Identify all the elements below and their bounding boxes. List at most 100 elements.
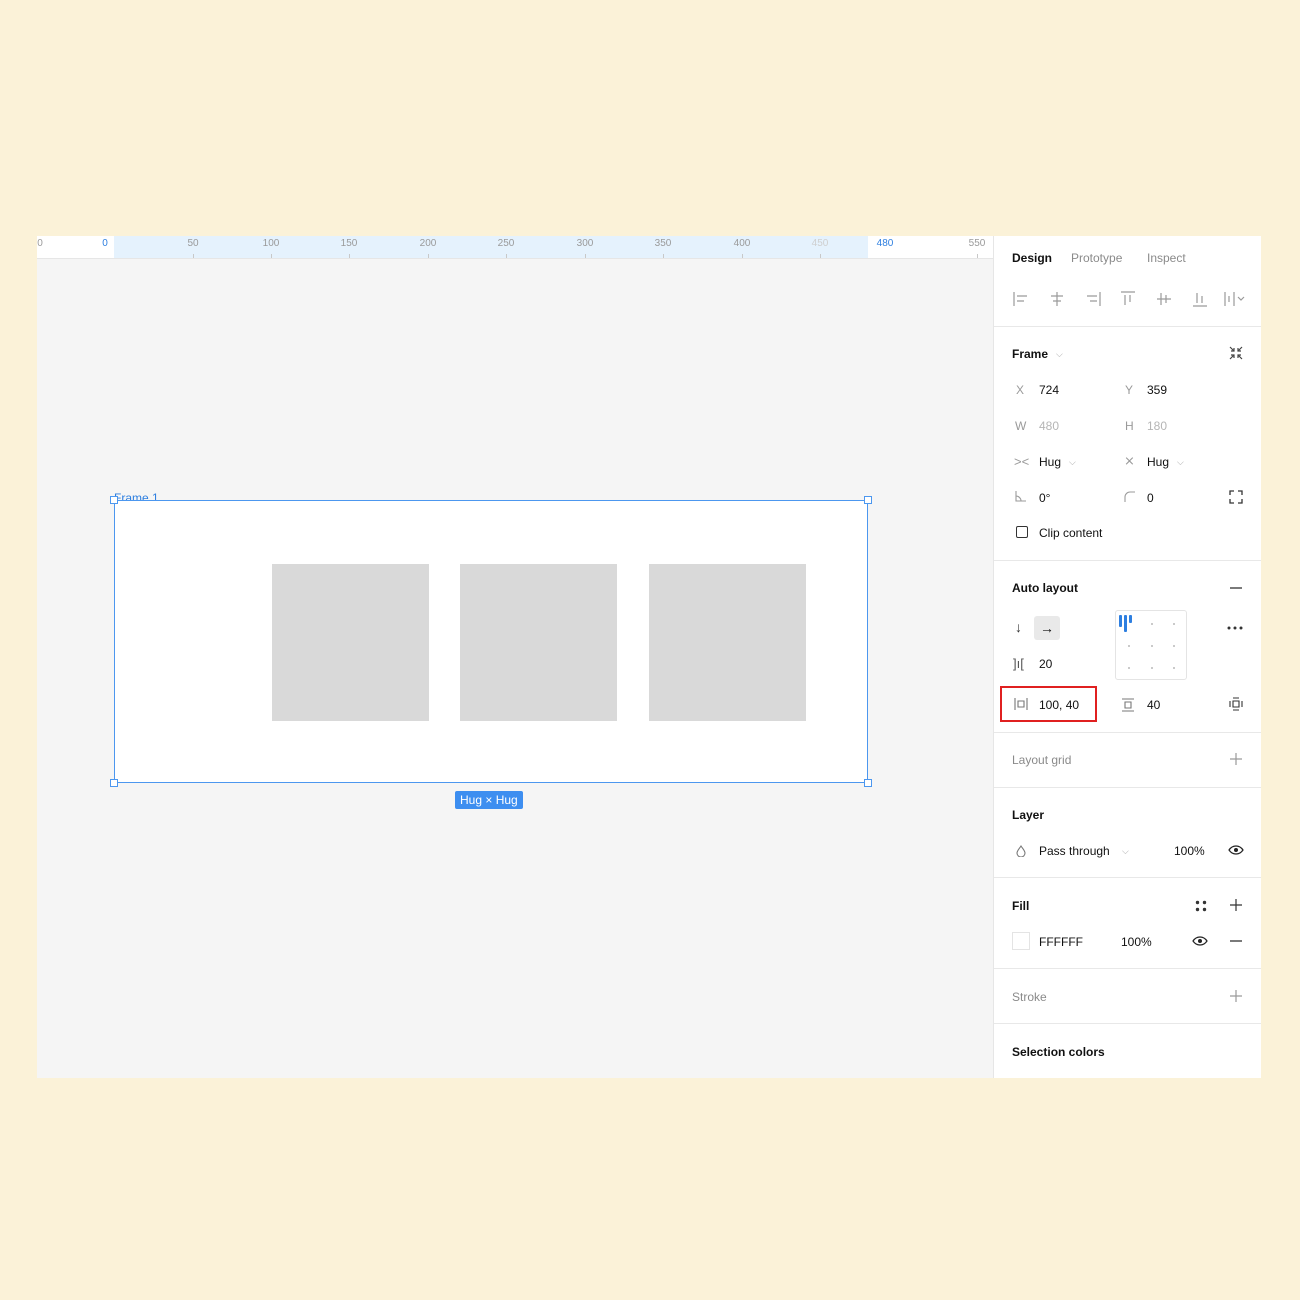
ruler-tick: 400 xyxy=(733,238,751,249)
alignment-bar xyxy=(1119,615,1122,627)
x-label: X xyxy=(1016,383,1025,397)
height-input[interactable]: 180 xyxy=(1147,419,1167,433)
selection-colors-section-title: Selection colors xyxy=(1012,1045,1105,1059)
clip-content-checkbox[interactable] xyxy=(1016,526,1028,538)
ruler-tick: 350 xyxy=(654,238,672,249)
x-input[interactable]: 724 xyxy=(1039,383,1059,397)
child-rectangle[interactable] xyxy=(649,564,806,721)
alignment-dot[interactable] xyxy=(1173,667,1175,669)
chevron-down-icon[interactable]: ⌵ xyxy=(1069,457,1076,468)
ruler-tick: 200 xyxy=(419,238,437,249)
distribute-icon[interactable] xyxy=(1224,292,1248,306)
divider xyxy=(994,326,1261,327)
resize-handle-bottom-right[interactable] xyxy=(864,779,872,787)
alignment-dot[interactable] xyxy=(1151,623,1153,625)
alignment-bar xyxy=(1129,615,1132,623)
eye-icon[interactable] xyxy=(1192,936,1208,946)
more-options-icon[interactable] xyxy=(1227,626,1243,630)
vertical-resizing-select[interactable]: Hug xyxy=(1147,455,1169,469)
resize-handle-top-right[interactable] xyxy=(864,496,872,504)
clip-content-label[interactable]: Clip content xyxy=(1039,526,1102,540)
horizontal-direction-button[interactable]: → xyxy=(1034,616,1060,640)
horizontal-resizing-select[interactable]: Hug xyxy=(1039,455,1061,469)
ruler-tick: 50 xyxy=(187,238,199,249)
ruler-tick: 550 xyxy=(968,238,986,249)
ruler-tick: 250 xyxy=(497,238,515,249)
ruler-tickmark xyxy=(977,254,978,258)
individual-padding-icon[interactable] xyxy=(1229,697,1243,711)
fill-section-title: Fill xyxy=(1012,899,1030,913)
rotation-icon xyxy=(1015,491,1026,502)
fill-color-swatch[interactable] xyxy=(1012,932,1030,950)
independent-corners-icon[interactable] xyxy=(1229,490,1243,504)
chevron-down-icon[interactable]: ⌵ xyxy=(1122,846,1129,857)
alignment-bar xyxy=(1124,615,1127,632)
alignment-dot[interactable] xyxy=(1151,645,1153,647)
chevron-down-icon[interactable]: ⌵ xyxy=(1177,457,1184,468)
ruler-tickmark xyxy=(428,254,429,258)
vertical-padding-input[interactable]: 40 xyxy=(1147,698,1160,712)
horizontal-ruler: 0 0 50 100 150 200 250 300 350 400 450 4… xyxy=(37,236,993,259)
blend-mode-select[interactable]: Pass through xyxy=(1039,844,1110,858)
ruler-tick: 0 xyxy=(37,238,43,249)
divider xyxy=(994,732,1261,733)
align-left-icon[interactable] xyxy=(1013,292,1029,306)
corner-radius-input[interactable]: 0 xyxy=(1147,491,1154,505)
chevron-down-icon[interactable]: ⌵ xyxy=(1056,349,1063,360)
fill-hex-input[interactable]: FFFFFF xyxy=(1039,935,1083,949)
add-fill-icon[interactable] xyxy=(1230,899,1242,911)
remove-fill-icon[interactable] xyxy=(1230,940,1242,942)
collapse-frame-icon[interactable] xyxy=(1229,346,1243,360)
eye-icon[interactable] xyxy=(1228,845,1244,855)
fill-opacity-input[interactable]: 100% xyxy=(1121,935,1152,949)
remove-auto-layout-icon[interactable] xyxy=(1230,587,1242,589)
frame-section-title[interactable]: Frame xyxy=(1012,347,1048,361)
alignment-dot[interactable] xyxy=(1173,645,1175,647)
align-right-icon[interactable] xyxy=(1085,292,1101,306)
align-bottom-icon[interactable] xyxy=(1193,291,1207,307)
y-input[interactable]: 359 xyxy=(1147,383,1167,397)
align-vertical-center-icon[interactable] xyxy=(1157,291,1171,307)
width-input[interactable]: 480 xyxy=(1039,419,1059,433)
y-label: Y xyxy=(1125,383,1134,397)
selected-frame[interactable] xyxy=(114,500,868,783)
ruler-tickmark xyxy=(663,254,664,258)
resize-handle-top-left[interactable] xyxy=(110,496,118,504)
alignment-dot[interactable] xyxy=(1128,667,1130,669)
ruler-tickmark xyxy=(349,254,350,258)
align-horizontal-center-icon[interactable] xyxy=(1049,292,1065,306)
divider xyxy=(994,560,1261,561)
ruler-tickmark xyxy=(585,254,586,258)
alignment-dot[interactable] xyxy=(1128,645,1130,647)
rotation-input[interactable]: 0° xyxy=(1039,491,1050,505)
tab-inspect[interactable]: Inspect xyxy=(1147,251,1186,265)
horizontal-padding-input[interactable]: 100, 40 xyxy=(1039,698,1079,712)
tab-prototype[interactable]: Prototype xyxy=(1071,251,1122,265)
add-stroke-icon[interactable] xyxy=(1230,990,1242,1002)
layer-opacity-input[interactable]: 100% xyxy=(1174,844,1205,858)
properties-panel: Design Prototype Inspect Frame ⌵ X 724 Y… xyxy=(993,236,1261,1078)
tab-design[interactable]: Design xyxy=(1012,251,1052,265)
alignment-dot[interactable] xyxy=(1173,623,1175,625)
ruler-selection-range xyxy=(114,236,868,258)
horizontal-resizing-icon: >< xyxy=(1014,454,1030,469)
w-label: W xyxy=(1015,419,1027,433)
vertical-direction-icon[interactable]: ↓ xyxy=(1015,619,1022,635)
add-layout-grid-icon[interactable] xyxy=(1230,753,1242,765)
spacing-between-input[interactable]: 20 xyxy=(1039,657,1052,671)
auto-layout-section-title: Auto layout xyxy=(1012,581,1078,595)
divider xyxy=(994,877,1261,878)
align-top-icon[interactable] xyxy=(1121,291,1135,307)
ruler-tick: 0 xyxy=(102,238,108,249)
design-canvas[interactable]: Frame 1 Hug × Hug xyxy=(37,259,993,1078)
ruler-tick: 300 xyxy=(576,238,594,249)
resize-handle-bottom-left[interactable] xyxy=(110,779,118,787)
ruler-tickmark xyxy=(193,254,194,258)
alignment-grid[interactable] xyxy=(1115,610,1187,680)
blend-mode-icon xyxy=(1016,845,1026,857)
child-rectangle[interactable] xyxy=(460,564,617,721)
h-label: H xyxy=(1125,419,1134,433)
alignment-dot[interactable] xyxy=(1151,667,1153,669)
child-rectangle[interactable] xyxy=(272,564,429,721)
styles-icon[interactable] xyxy=(1195,900,1207,912)
